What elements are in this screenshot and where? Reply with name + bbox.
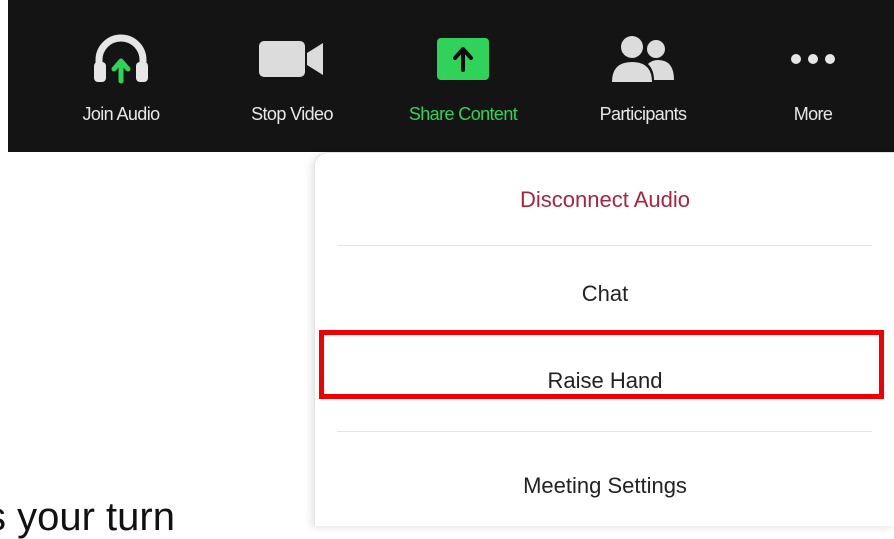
join-audio-button[interactable]: Join Audio <box>64 0 178 152</box>
more-button[interactable]: More <box>773 0 853 152</box>
more-label: More <box>793 104 833 124</box>
video-camera-icon <box>257 30 327 88</box>
menu-item-chat[interactable]: Chat <box>315 249 894 339</box>
stop-video-button[interactable]: Stop Video <box>236 0 348 152</box>
share-content-button[interactable]: Share Content <box>388 0 538 152</box>
menu-item-meeting-settings[interactable]: Meeting Settings <box>315 441 894 531</box>
more-dots-icon <box>790 30 836 88</box>
raise-hand-highlight-box <box>319 330 884 399</box>
stop-video-label: Stop Video <box>251 104 333 124</box>
menu-divider <box>337 245 872 246</box>
menu-item-disconnect-audio[interactable]: Disconnect Audio <box>315 155 894 245</box>
share-up-arrow-icon <box>435 30 491 88</box>
share-content-label: Share Content <box>408 104 518 124</box>
participants-label: Participants <box>599 104 687 124</box>
join-audio-label: Join Audio <box>82 104 160 124</box>
menu-divider <box>337 431 872 432</box>
participants-button[interactable]: Participants <box>570 0 716 152</box>
headphones-icon <box>92 30 150 88</box>
meeting-toolbar: Join Audio Stop Video Share Content Part… <box>8 0 894 152</box>
participants-icon <box>608 30 678 88</box>
background-slide-text: s your turn <box>0 495 175 539</box>
